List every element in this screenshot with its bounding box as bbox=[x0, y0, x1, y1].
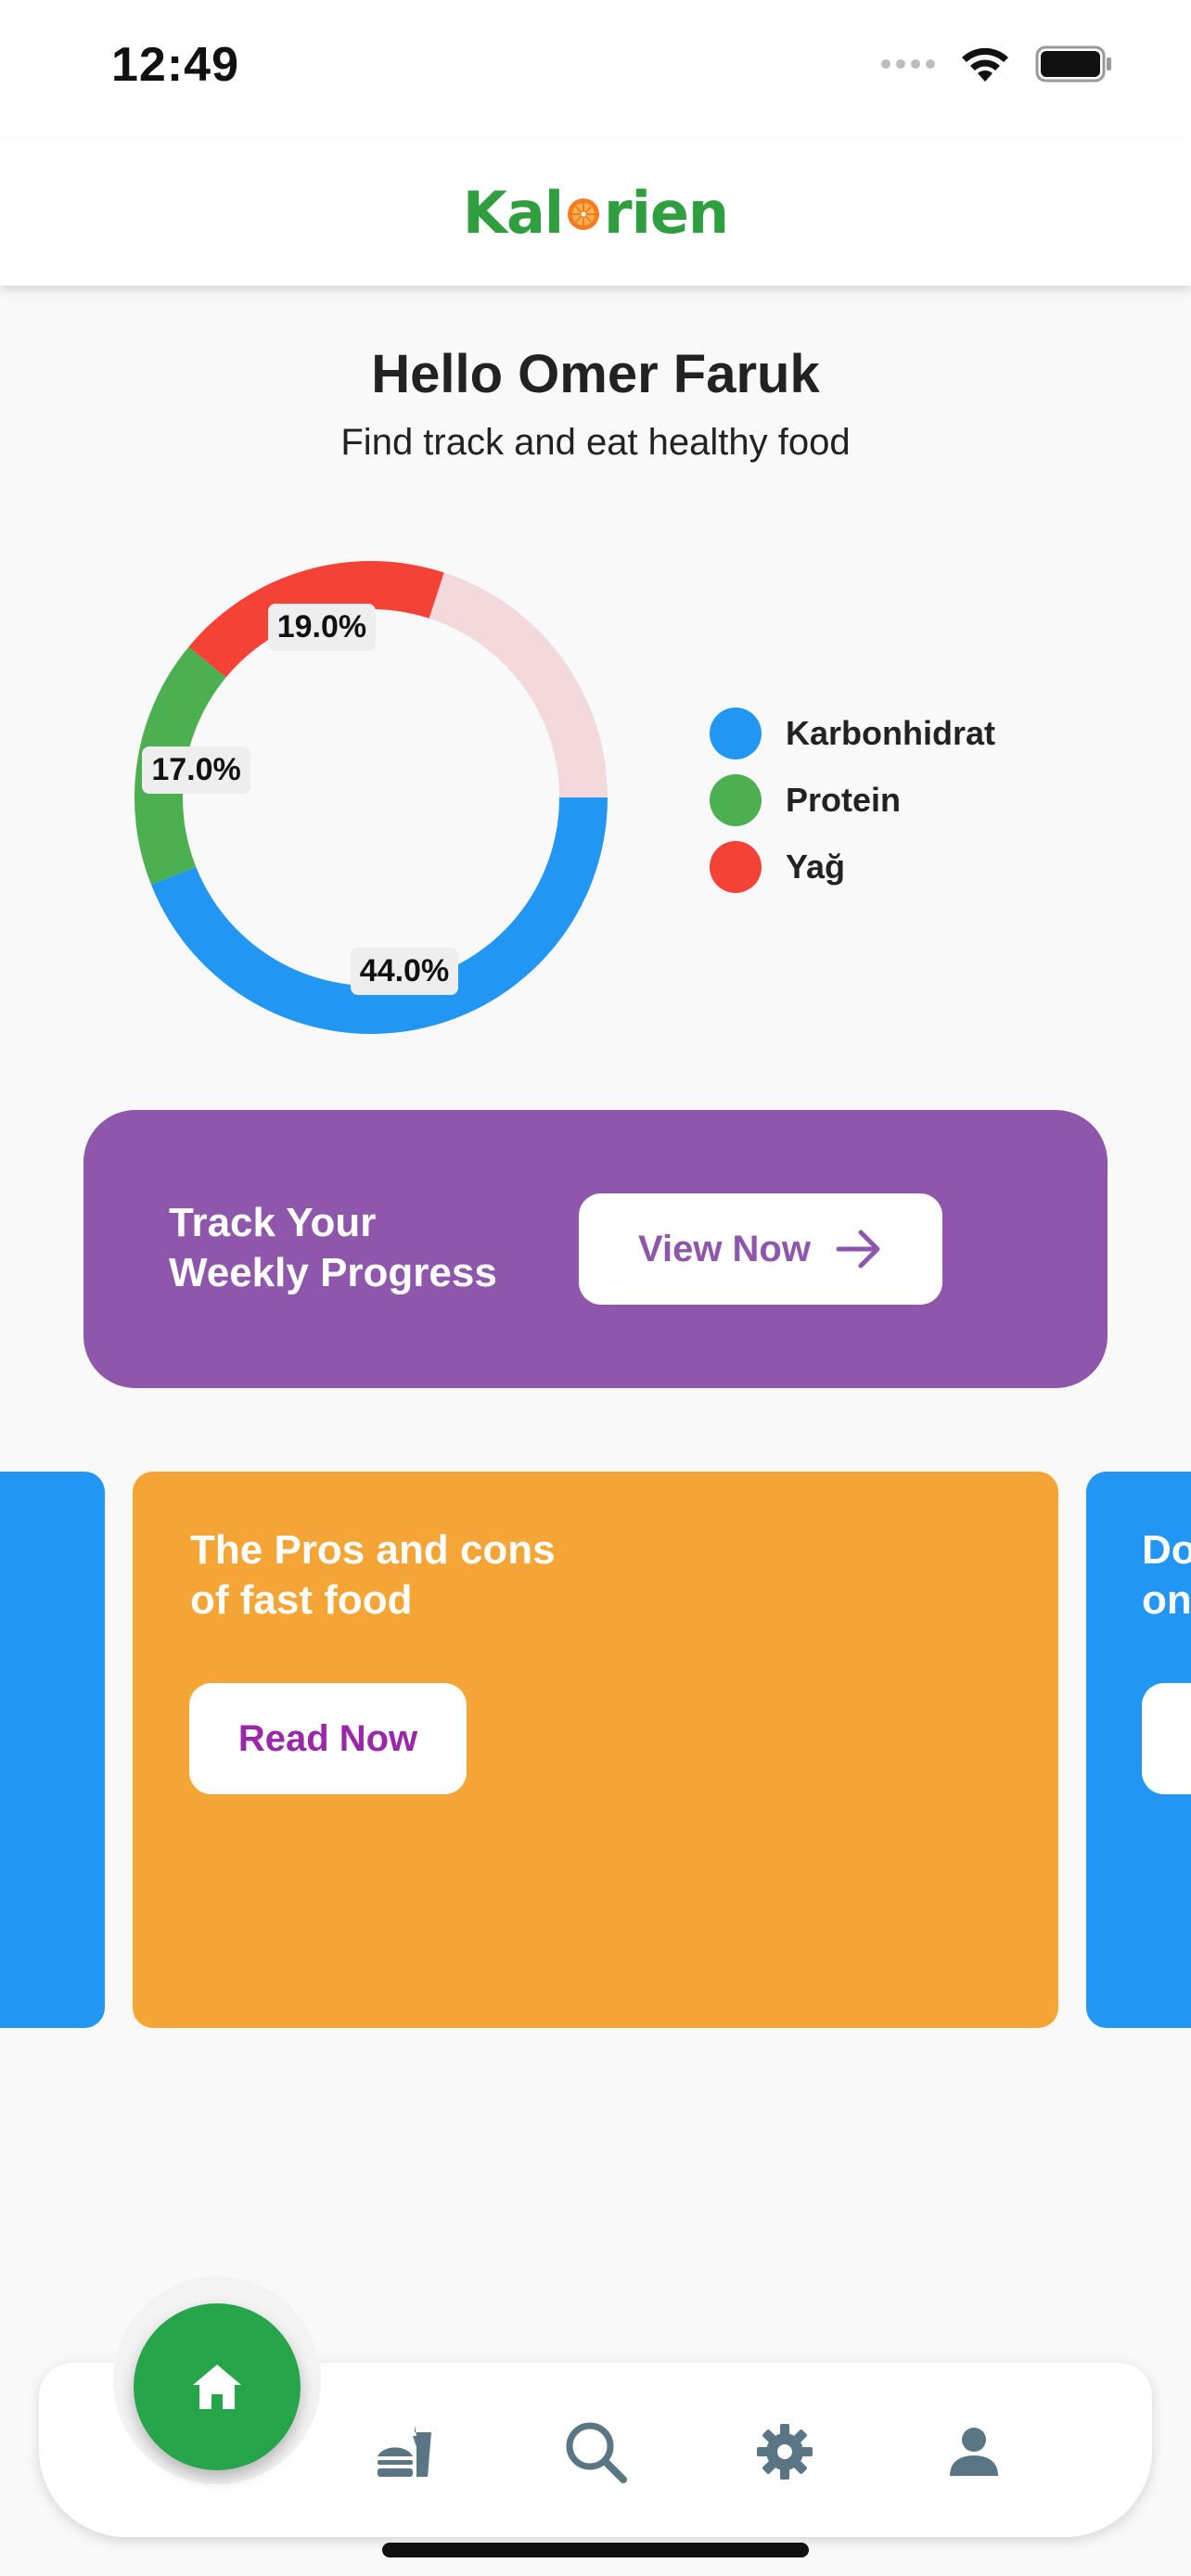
status-bar: 12:49 bbox=[0, 0, 1191, 139]
battery-icon bbox=[1035, 45, 1111, 83]
next-article-title-line2: on bbox=[1142, 1577, 1191, 1623]
donut-label-ya-: 19.0% bbox=[267, 604, 377, 652]
legend-item-karbonhidrat: Karbonhidrat bbox=[710, 700, 995, 767]
kalorien-logo: Kal rien bbox=[462, 178, 729, 247]
view-now-button[interactable]: View Now bbox=[579, 1193, 942, 1305]
weekly-progress-card: Track Your Weekly Progress View Now bbox=[83, 1110, 1108, 1388]
legend-item-yag: Yağ bbox=[710, 834, 995, 900]
nav-profile-button[interactable] bbox=[941, 2418, 1007, 2485]
nav-search-button[interactable] bbox=[562, 2418, 629, 2485]
chart-legend: Karbonhidrat Protein Yağ bbox=[710, 700, 995, 900]
legend-label-protein: Protein bbox=[786, 781, 902, 819]
greeting-title: Hello Omer Faruk bbox=[371, 344, 820, 404]
legend-dot-yag bbox=[710, 841, 762, 893]
status-time: 12:49 bbox=[111, 38, 239, 92]
legend-dot-protein bbox=[710, 774, 762, 826]
gear-icon bbox=[757, 2424, 813, 2480]
person-icon bbox=[950, 2428, 998, 2476]
fastfood-icon bbox=[378, 2425, 431, 2477]
nav-settings-button[interactable] bbox=[751, 2418, 818, 2485]
home-indicator bbox=[382, 2543, 809, 2557]
article-title-line2: of fast food bbox=[190, 1577, 413, 1623]
arrow-right-icon bbox=[836, 1230, 880, 1269]
article-card-next[interactable]: Do on bbox=[1086, 1472, 1191, 2028]
view-now-label: View Now bbox=[638, 1228, 811, 1269]
logo-text-right: rien bbox=[604, 178, 729, 247]
donut-slice-remainder bbox=[429, 572, 608, 797]
weekly-progress-title-line2: Weekly Progress bbox=[169, 1250, 497, 1295]
greeting-subtitle: Find track and eat healthy food bbox=[340, 422, 851, 463]
article-title: The Pros and cons of fast food bbox=[190, 1525, 556, 1626]
article-title-line1: The Pros and cons bbox=[190, 1527, 556, 1573]
donut-label-karbonhidrat: 44.0% bbox=[350, 948, 459, 996]
wifi-icon bbox=[962, 47, 1008, 82]
status-icons bbox=[881, 45, 1113, 83]
nav-food-button[interactable] bbox=[373, 2418, 440, 2485]
donut-label-protein: 17.0% bbox=[142, 746, 250, 794]
legend-label-karbonhidrat: Karbonhidrat bbox=[786, 714, 996, 752]
next-article-title-line1: Do bbox=[1142, 1527, 1191, 1573]
article-card-previous[interactable] bbox=[0, 1472, 105, 2028]
macro-donut-chart: 44.0% 17.0% 19.0% bbox=[121, 547, 621, 1048]
next-article-title: Do on bbox=[1142, 1525, 1191, 1626]
legend-item-protein: Protein bbox=[710, 767, 995, 834]
next-article-button[interactable] bbox=[1142, 1683, 1191, 1794]
app-header: Kal rien bbox=[0, 139, 1191, 286]
search-icon bbox=[566, 2422, 627, 2483]
weekly-progress-title-line1: Track Your bbox=[169, 1200, 377, 1245]
weekly-progress-title: Track Your Weekly Progress bbox=[169, 1198, 497, 1298]
legend-label-yag: Yağ bbox=[786, 848, 846, 886]
donut-slice-karbonhidrat bbox=[150, 797, 608, 1034]
article-card-fast-food[interactable]: The Pros and cons of fast food Read Now bbox=[133, 1472, 1058, 2028]
home-icon bbox=[193, 2365, 241, 2409]
read-now-button[interactable]: Read Now bbox=[189, 1683, 467, 1794]
cellular-signal-icon bbox=[881, 59, 935, 69]
logo-text-left: Kal bbox=[462, 178, 564, 247]
nav-home-button[interactable] bbox=[134, 2303, 301, 2470]
legend-dot-karbonhidrat bbox=[710, 708, 762, 759]
orange-slice-icon bbox=[568, 198, 600, 230]
